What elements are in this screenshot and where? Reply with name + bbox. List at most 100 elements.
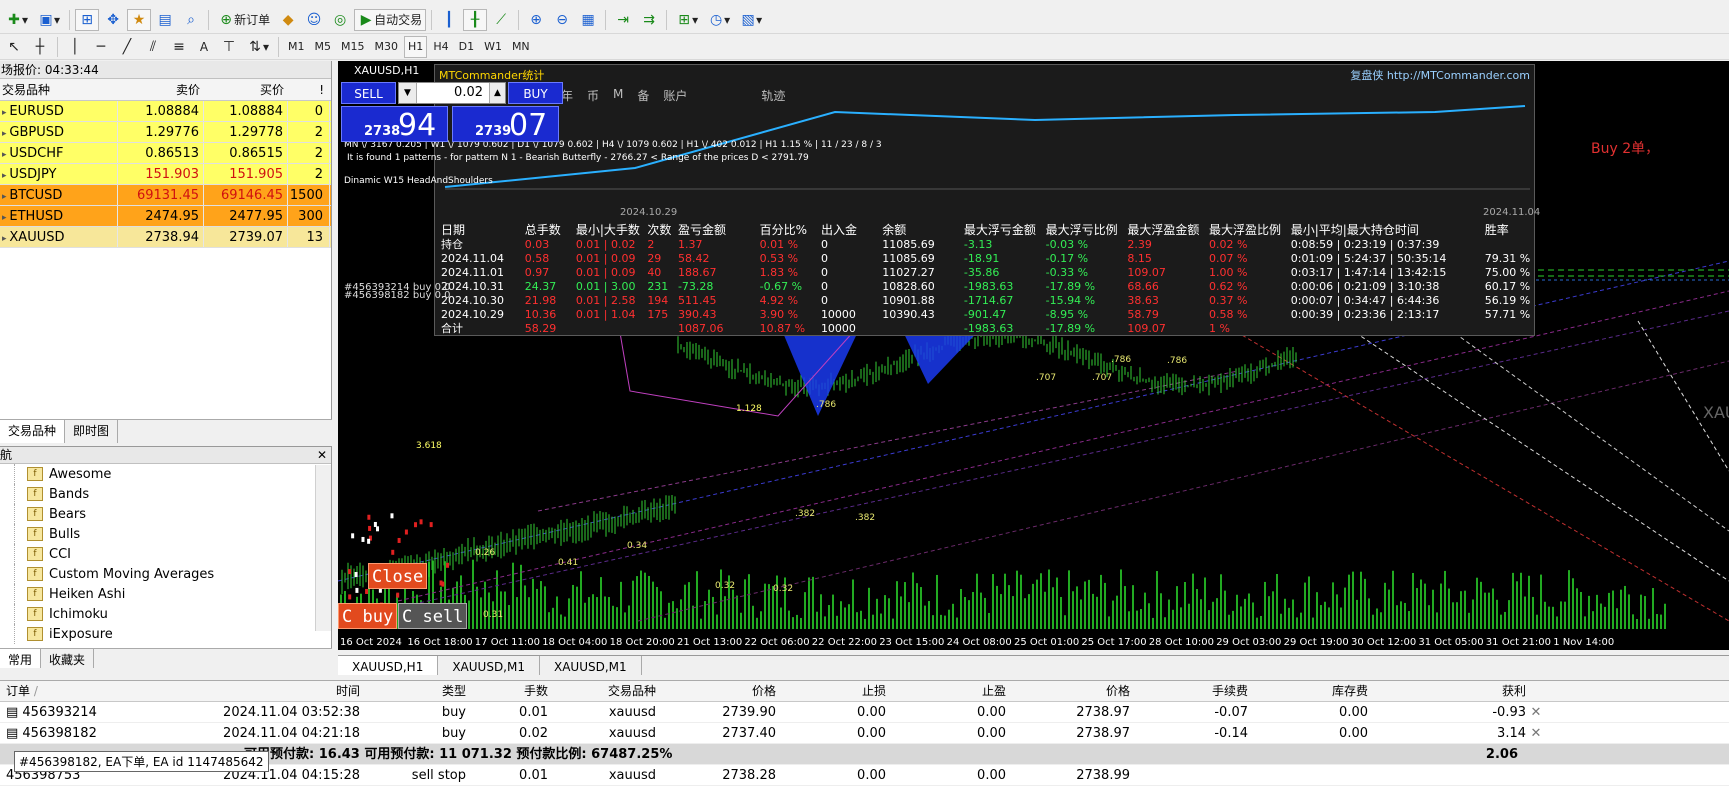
line-chart-button[interactable]: ⟋: [489, 9, 513, 31]
close-all-button[interactable]: Close: [368, 563, 428, 589]
fibo-tool[interactable]: ≡: [167, 36, 191, 58]
auto-trading-button[interactable]: ▶ 自动交易: [354, 8, 427, 31]
timeframe-d1[interactable]: D1: [455, 36, 478, 58]
cursor-tool[interactable]: ↖: [2, 36, 26, 58]
chart-tab[interactable]: XAUUSD,H1: [338, 656, 439, 675]
new-order-button[interactable]: ⊕ 新订单: [214, 9, 274, 31]
timeframe-m30[interactable]: M30: [371, 36, 403, 58]
stats-cell-mfpp: 0.07 %: [1209, 252, 1248, 265]
arrows-tool[interactable]: ⇅ ▾: [243, 36, 273, 58]
col-time[interactable]: 时间: [150, 681, 360, 701]
text-tool[interactable]: A: [193, 36, 215, 58]
order-row[interactable]: ▤ 456398182 2024.11.04 04:21:18 buy 0.02 xau…: [0, 723, 1729, 744]
crosshair-tool[interactable]: ┼: [28, 36, 52, 58]
market-watch-row[interactable]: ETHUSD2474.952477.95300: [0, 206, 331, 227]
bar-chart-button[interactable]: ┃: [437, 9, 461, 31]
tile-windows-button[interactable]: ▦: [576, 9, 600, 31]
tab-favorites[interactable]: 收藏夹: [41, 649, 95, 668]
timeframe-h1[interactable]: H1: [404, 35, 428, 58]
tab-common[interactable]: 常用: [0, 649, 42, 668]
chart-tab[interactable]: XAUUSD,M1: [540, 656, 642, 675]
timeframe-m15[interactable]: M15: [337, 36, 369, 58]
chevron-up-icon[interactable]: ▲: [489, 83, 505, 103]
timeframe-m1[interactable]: M1: [284, 36, 309, 58]
close-sell-button[interactable]: C sell: [398, 603, 468, 629]
col-type[interactable]: 类型: [360, 681, 466, 701]
tab-symbols[interactable]: 交易品种: [0, 420, 66, 443]
stats-cell-win: 57.71 %: [1484, 308, 1531, 321]
navigator-scrollbar[interactable]: [315, 465, 331, 631]
autoscroll-button[interactable]: ⇉: [637, 9, 661, 31]
col-order[interactable]: 订单 /: [0, 681, 150, 701]
zoom-out-button[interactable]: ⊖: [550, 9, 574, 31]
market-watch-row[interactable]: USDJPY151.903151.9052: [0, 164, 331, 185]
market-watch-button[interactable]: ⊞: [75, 8, 100, 31]
col-symbol[interactable]: 交易品种: [0, 79, 118, 100]
lot-size-input[interactable]: ▼ 0.02 ▲: [398, 82, 506, 104]
order-row[interactable]: ▤ 456393214 2024.11.04 03:52:38 buy 0.01 xau…: [0, 702, 1729, 723]
channel-tool[interactable]: ⫽: [141, 36, 165, 58]
market-watch-row[interactable]: USDCHF0.865130.865152: [0, 143, 331, 164]
close-icon[interactable]: ✕: [317, 447, 327, 464]
indicators-button[interactable]: ⊞ ▾: [672, 9, 702, 31]
market-watch-row[interactable]: GBPUSD1.297761.297782: [0, 122, 331, 143]
timeframe-m5[interactable]: M5: [311, 36, 336, 58]
periods-button[interactable]: ◷ ▾: [704, 9, 734, 31]
navigator-item[interactable]: f Bulls: [14, 524, 331, 544]
new-chart-button[interactable]: ✚ ▾: [2, 9, 32, 31]
chart-tab[interactable]: XAUUSD,M1: [438, 656, 540, 675]
sell-button[interactable]: SELL: [341, 82, 396, 104]
vertical-line-tool[interactable]: │: [63, 36, 87, 58]
col-commission[interactable]: 手续费: [1130, 681, 1248, 701]
templates-button[interactable]: ▧ ▾: [736, 9, 766, 31]
zoom-in-button[interactable]: ⊕: [524, 9, 548, 31]
navigator-item[interactable]: f Bears: [14, 504, 331, 524]
navigator-item[interactable]: f Heiken Ashi: [14, 584, 331, 604]
chart-shift-button[interactable]: ⇥: [611, 9, 635, 31]
col-symbol[interactable]: 交易品种: [548, 681, 656, 701]
navigator-button[interactable]: ★: [127, 8, 152, 31]
col-sl[interactable]: 止损: [776, 681, 886, 701]
navigator-item[interactable]: f CCI: [14, 544, 331, 564]
timeframe-h4[interactable]: H4: [429, 36, 452, 58]
market-button[interactable]: ◎: [328, 9, 352, 31]
close-buy-button[interactable]: C buy: [338, 603, 398, 629]
close-order-icon[interactable]: ✕: [1526, 702, 1546, 722]
data-window-button[interactable]: ✥: [101, 9, 125, 31]
tab-tick-chart[interactable]: 即时图: [65, 420, 119, 443]
col-lots[interactable]: 手数: [466, 681, 548, 701]
label-tool[interactable]: ⊤: [217, 36, 241, 58]
sell-price-box[interactable]: 2738 94: [341, 106, 448, 143]
buy-button[interactable]: BUY: [508, 82, 563, 104]
chevron-down-icon[interactable]: ▼: [399, 83, 417, 103]
col-current-price[interactable]: 价格: [1006, 681, 1130, 701]
stats-brand-link[interactable]: 复盘侠 http://MTCommander.com: [1350, 67, 1530, 83]
profiles-button[interactable]: ▣ ▾: [34, 9, 64, 31]
horizontal-line-tool[interactable]: ─: [89, 36, 113, 58]
trendline-tool[interactable]: ╱: [115, 36, 139, 58]
col-spread[interactable]: !: [288, 79, 330, 100]
buy-price-box[interactable]: 2739 07: [452, 106, 559, 143]
col-profit[interactable]: 获利: [1368, 681, 1526, 701]
navigator-item[interactable]: f Awesome: [14, 464, 331, 484]
col-open-price[interactable]: 价格: [656, 681, 776, 701]
navigator-item[interactable]: f Ichimoku: [14, 604, 331, 624]
col-tp[interactable]: 止盈: [886, 681, 1006, 701]
col-ask[interactable]: 买价: [204, 79, 288, 100]
market-watch-row[interactable]: BTCUSD69131.4569146.451500: [0, 185, 331, 206]
col-swap[interactable]: 库存费: [1248, 681, 1368, 701]
close-order-icon[interactable]: ✕: [1526, 723, 1546, 743]
tester-button[interactable]: ⌕: [179, 9, 203, 31]
signals-button[interactable]: ☺: [302, 9, 326, 31]
col-bid[interactable]: 卖价: [118, 79, 204, 100]
navigator-item[interactable]: f Bands: [14, 484, 331, 504]
navigator-item[interactable]: f Custom Moving Averages: [14, 564, 331, 584]
metaeditor-button[interactable]: ◆: [276, 9, 300, 31]
terminal-button[interactable]: ▤: [153, 9, 177, 31]
timeframe-mn[interactable]: MN: [508, 36, 534, 58]
market-watch-row[interactable]: EURUSD1.088841.088840: [0, 101, 331, 122]
navigator-item[interactable]: f iExposure: [14, 624, 331, 644]
candle-chart-button[interactable]: ╂: [463, 8, 488, 31]
market-watch-row[interactable]: XAUUSD2738.942739.0713: [0, 227, 331, 248]
timeframe-w1[interactable]: W1: [480, 36, 506, 58]
